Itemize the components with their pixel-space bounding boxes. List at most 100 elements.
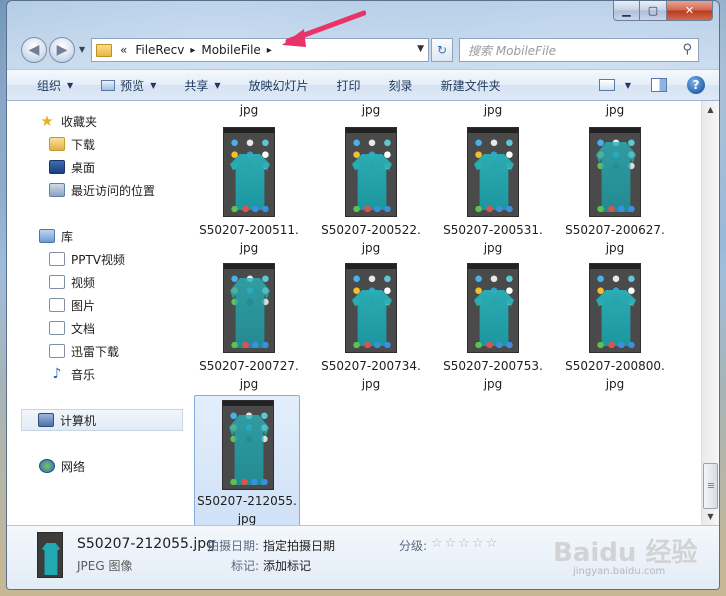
forward-button[interactable]: ▶ [49,37,75,63]
image-thumbnail [345,127,397,217]
sidebar-item-network[interactable]: 网络 [39,456,85,476]
scroll-up-button[interactable]: ▲ [702,101,719,118]
list-item[interactable]: S50207-200727. jpg [196,261,302,393]
chevron-down-icon: ▼ [67,80,74,90]
file-extension: jpg [361,377,381,391]
chevron-down-icon[interactable]: ▼ [417,44,424,54]
list-item[interactable]: S50207-200511. jpg [196,125,302,257]
sidebar-item-label: 最近访问的位置 [71,183,156,198]
file-extension: jpg [239,377,259,391]
sidebar-item-downloads[interactable]: 下载 [49,134,95,154]
search-input[interactable]: 搜索 MobileFile ⚲ [459,38,699,62]
refresh-button[interactable]: ↻ [431,38,453,62]
search-placeholder: 搜索 MobileFile [468,43,557,58]
preview-icon [101,79,116,91]
sidebar-item-videos[interactable]: 视频 [49,272,95,292]
folder-icon [96,43,112,57]
back-button[interactable]: ◀ [21,37,47,63]
breadcrumb-overflow[interactable]: « [120,43,127,57]
content-area: ★ 收藏夹 下载 桌面 最近访问的位置 库 PPTV视频 视频 图片 文档 迅雷… [7,101,719,525]
library-icon [39,229,55,243]
image-thumbnail [222,400,274,490]
print-button[interactable]: 打印 [337,77,361,94]
sidebar-item-libraries[interactable]: 库 [39,226,73,246]
image-thumbnail [345,263,397,353]
file-extension: jpg [361,241,381,255]
new-folder-button[interactable]: 新建文件夹 [441,77,501,94]
sidebar-item-label: 文档 [71,321,96,336]
sidebar-item-pictures[interactable]: 图片 [49,295,95,315]
sidebar-item-label: PPTV视频 [71,252,126,267]
preview-pane-icon[interactable] [651,78,667,92]
view-options-icon[interactable] [598,79,615,91]
slideshow-button[interactable]: 放映幻灯片 [249,77,309,94]
recent-pages-dropdown[interactable]: ▼ [79,45,85,54]
explorer-window: ▁ ▢ ✕ ◀ ▶ ▼ « FileRecv ▸ MobileFile ▸ ▼ … [6,0,720,590]
caption-buttons: ▁ ▢ ✕ [613,1,713,21]
burn-button[interactable]: 刻录 [389,77,413,94]
list-item[interactable]: S50207-200531. jpg [440,125,546,257]
sidebar-item-favorites[interactable]: ★ 收藏夹 [39,111,97,131]
file-extension: jpg [605,241,625,255]
sidebar-item-documents[interactable]: 文档 [49,318,95,338]
organize-menu[interactable]: 组织 ▼ [37,77,73,94]
minimize-button[interactable]: ▁ [613,1,640,21]
file-name: S50207-200522. [321,223,421,237]
breadcrumb-separator[interactable]: ▸ [190,45,195,56]
close-button[interactable]: ✕ [667,1,713,21]
tags-value[interactable]: 添加标记 [263,557,311,574]
sidebar-item-label: 桌面 [71,160,96,175]
maximize-button[interactable]: ▢ [640,1,667,21]
address-bar[interactable]: « FileRecv ▸ MobileFile ▸ ▼ [91,38,429,62]
file-name: S50207-200753. [443,359,543,373]
toolbar-right-controls: ▼ ? [598,70,719,100]
breadcrumb-mobilefile[interactable]: MobileFile [201,43,260,57]
sidebar-item-thunder[interactable]: 迅雷下载 [49,341,119,361]
list-item[interactable]: S50207-200522. jpg [318,125,424,257]
star-icon: ★ [40,112,54,130]
sidebar-item-label: 视频 [71,275,96,290]
command-toolbar: 组织 ▼ 预览 ▼ 共享 ▼ 放映幻灯片 打印 刻录 新建文件夹 ▼ ? [7,69,719,101]
file-extension: jpg [239,241,259,255]
search-icon[interactable]: ⚲ [682,42,692,57]
share-menu[interactable]: 共享 ▼ [184,77,220,94]
preview-menu[interactable]: 预览 ▼ [101,77,156,94]
help-icon[interactable]: ? [687,76,705,94]
list-item[interactable]: S50207-200800. jpg [562,261,668,393]
sidebar-item-desktop[interactable]: 桌面 [49,157,95,177]
file-name: S50207-212055. [197,494,297,508]
file-extension: jpg [361,103,381,117]
sidebar-item-music[interactable]: ♪ 音乐 [49,364,95,384]
share-label: 共享 [184,78,209,93]
list-item[interactable]: S50207-200627. jpg [562,125,668,257]
file-name: S50207-200800. [565,359,665,373]
sidebar-item-label: 库 [61,229,74,244]
sidebar-item-label: 迅雷下载 [71,344,120,359]
vertical-scrollbar[interactable]: ▲ ▼ [701,101,719,525]
list-item-selected[interactable]: S50207-212055. jpg [194,395,300,525]
file-list: jpg jpg jpg jpg S50207-200511. jpg S5020… [185,101,689,525]
sidebar-item-computer[interactable]: 计算机 [21,409,183,431]
scroll-down-button[interactable]: ▼ [702,508,719,525]
rating-stars[interactable]: ☆☆☆☆☆ [431,536,499,551]
sidebar-item-pptv[interactable]: PPTV视频 [49,249,125,269]
date-taken-value[interactable]: 指定拍摄日期 [263,537,335,554]
annotation-arrow [282,10,366,47]
list-item[interactable]: S50207-200753. jpg [440,261,546,393]
sidebar-item-label: 网络 [61,459,86,474]
list-item[interactable]: jpg [318,101,424,119]
document-icon [49,321,65,335]
breadcrumb-separator-2[interactable]: ▸ [267,45,272,56]
chevron-down-icon[interactable]: ▼ [625,81,631,90]
scroll-thumb[interactable] [703,463,718,509]
file-extension: jpg [605,377,625,391]
list-item[interactable]: jpg [196,101,302,119]
image-thumbnail [223,263,275,353]
list-item[interactable]: jpg [562,101,668,119]
list-item[interactable]: jpg [440,101,546,119]
sidebar-item-recent[interactable]: 最近访问的位置 [49,180,155,200]
date-taken-label: 拍摄日期: [207,539,260,553]
breadcrumb-filerecv[interactable]: FileRecv [135,43,184,57]
image-thumbnail [589,127,641,217]
list-item[interactable]: S50207-200734. jpg [318,261,424,393]
